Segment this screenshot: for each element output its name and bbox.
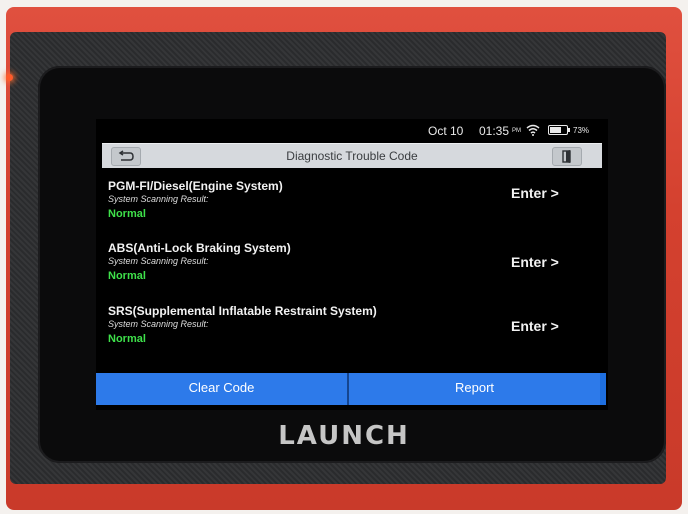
back-arrow-icon — [118, 150, 134, 161]
system-row-engine: PGM-FI/Diesel(Engine System) System Scan… — [96, 179, 608, 237]
page-title: Diagnostic Trouble Code — [286, 149, 418, 163]
battery-terminal — [568, 128, 570, 132]
battery-icon — [548, 125, 568, 135]
system-name: SRS(Supplemental Inflatable Restraint Sy… — [108, 304, 377, 318]
system-row-srs: SRS(Supplemental Inflatable Restraint Sy… — [96, 304, 608, 362]
wifi-icon — [526, 124, 540, 136]
launch-logo: LAUNCH — [278, 421, 410, 451]
exit-button[interactable] — [552, 147, 582, 166]
system-name: PGM-FI/Diesel(Engine System) — [108, 179, 283, 193]
result-value: Normal — [108, 270, 146, 282]
title-bar: Diagnostic Trouble Code — [102, 143, 602, 168]
status-bar: Oct 10 01:35 PM 73% — [96, 119, 608, 141]
power-led-icon — [6, 74, 13, 81]
result-value: Normal — [108, 333, 146, 345]
clear-code-button[interactable]: Clear Code — [96, 373, 347, 405]
back-button[interactable] — [111, 147, 141, 166]
system-row-abs: ABS(Anti-Lock Braking System) System Sca… — [96, 241, 608, 299]
action-bar: Clear Code Report — [96, 373, 606, 405]
status-time: 01:35 — [479, 124, 510, 138]
device-screen: Oct 10 01:35 PM 73% Diagnostic Trouble C… — [96, 119, 608, 410]
status-date: Oct 10 — [428, 124, 464, 138]
report-button[interactable]: Report — [349, 373, 600, 405]
enter-button-srs[interactable]: Enter > — [511, 318, 559, 334]
battery-level-fill — [550, 127, 561, 133]
status-ampm: PM — [512, 128, 521, 134]
system-name: ABS(Anti-Lock Braking System) — [108, 241, 291, 255]
status-battery-percent: 73% — [573, 126, 590, 135]
result-label: System Scanning Result: — [108, 319, 209, 329]
enter-button-abs[interactable]: Enter > — [511, 254, 559, 270]
exit-door-icon — [562, 150, 571, 163]
result-label: System Scanning Result: — [108, 194, 209, 204]
result-label: System Scanning Result: — [108, 256, 209, 266]
enter-button-engine[interactable]: Enter > — [511, 185, 559, 201]
result-value: Normal — [108, 208, 146, 220]
